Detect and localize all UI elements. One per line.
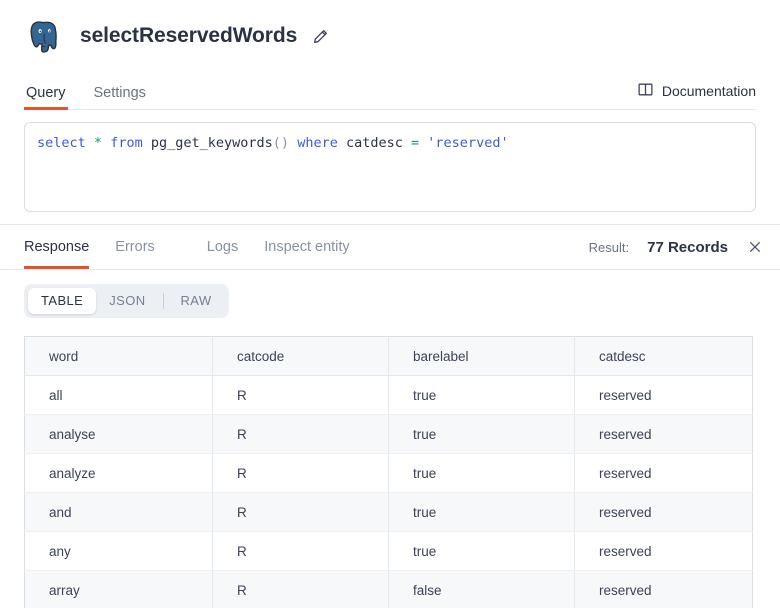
- cell-word: all: [24, 375, 213, 415]
- tab-settings-label: Settings: [93, 85, 146, 101]
- book-open-icon: [637, 81, 654, 101]
- close-icon[interactable]: [746, 238, 764, 256]
- result-summary: Result: 77 Records: [589, 238, 764, 256]
- response-tab-inspect-entity-label: Inspect entity: [264, 239, 350, 255]
- column-header-barelabel[interactable]: barelabel: [388, 336, 575, 376]
- sql-editor[interactable]: select * from pg_get_keywords() where ca…: [24, 122, 756, 212]
- table-row[interactable]: and Rtrue reserved: [24, 492, 753, 532]
- cell-catdesc: reserved: [574, 492, 753, 532]
- cell-word: analyze: [24, 453, 213, 493]
- results-table-body: all Rtrue reserved analyse Rtrue reserved anal…: [24, 375, 753, 608]
- format-option-json[interactable]: JSON: [96, 288, 158, 314]
- cell-catdesc: reserved: [574, 531, 753, 571]
- response-tab-response[interactable]: Response: [24, 225, 90, 269]
- format-option-raw[interactable]: RAW: [168, 288, 225, 314]
- column-header-word[interactable]: word: [24, 336, 213, 376]
- sql-token-0: select: [37, 135, 86, 151]
- query-editor-wrapper: select * from pg_get_keywords() where ca…: [0, 110, 780, 212]
- sql-token-12: [403, 135, 411, 151]
- table-row[interactable]: analyze Rtrue reserved: [24, 453, 753, 493]
- results-table: word catcode barelabel catdesc all Rtrue rese…: [24, 336, 753, 608]
- format-option-table[interactable]: TABLE: [28, 288, 97, 314]
- cell-catcode: R: [212, 570, 389, 608]
- cell-catdesc: reserved: [574, 453, 753, 493]
- sql-code-line: select * from pg_get_keywords() where ca…: [37, 133, 743, 153]
- response-tab-inspect-entity[interactable]: Inspect entity: [264, 225, 349, 269]
- cell-barelabel: true: [388, 375, 575, 415]
- cell-barelabel: true: [388, 414, 575, 454]
- table-row[interactable]: array Rfalse reserved: [24, 570, 753, 608]
- tab-query[interactable]: Query: [24, 85, 68, 110]
- sql-token-6: pg_get_keywords: [150, 135, 273, 151]
- documentation-label: Documentation: [661, 83, 756, 99]
- sql-token-11: catdesc: [345, 135, 403, 151]
- result-label: Result:: [588, 239, 630, 255]
- cell-catcode: R: [212, 375, 389, 415]
- primary-tabbar: Query Settings Documentation: [0, 70, 780, 110]
- sql-token-3: [102, 135, 110, 151]
- response-tab-logs[interactable]: Logs: [207, 225, 238, 269]
- cell-catdesc: reserved: [574, 414, 753, 454]
- sql-token-2: *: [93, 135, 103, 151]
- cell-catcode: R: [212, 453, 389, 493]
- response-tab-response-label: Response: [24, 239, 90, 255]
- format-toggle-wrapper: TABLE JSON RAW: [0, 270, 780, 318]
- tab-query-label: Query: [26, 85, 66, 101]
- page-title: selectReservedWords: [80, 24, 298, 47]
- results-table-head: word catcode barelabel catdesc: [24, 336, 753, 376]
- cell-barelabel: false: [388, 570, 575, 608]
- documentation-link[interactable]: Documentation: [637, 81, 756, 110]
- results-table-wrapper: word catcode barelabel catdesc all Rtrue rese…: [0, 318, 780, 608]
- column-header-catdesc[interactable]: catdesc: [574, 336, 753, 376]
- cell-word: any: [24, 531, 213, 571]
- cell-word: analyse: [24, 414, 213, 454]
- sql-token-8: [289, 135, 297, 151]
- cell-word: array: [24, 570, 213, 608]
- sql-token-5: [143, 135, 151, 151]
- sql-token-13: =: [411, 135, 420, 151]
- postgresql-elephant-logo-icon: [24, 15, 66, 57]
- cell-catcode: R: [212, 531, 389, 571]
- cell-word: and: [24, 492, 213, 532]
- sql-token-10: [338, 135, 346, 151]
- table-row[interactable]: all Rtrue reserved: [24, 375, 753, 415]
- tab-settings[interactable]: Settings: [92, 85, 148, 110]
- sql-token-15: 'reserved': [427, 135, 509, 151]
- response-tab-logs-label: Logs: [206, 239, 239, 255]
- cell-barelabel: true: [388, 492, 575, 532]
- cell-catdesc: reserved: [574, 570, 753, 608]
- cell-catcode: R: [212, 492, 389, 532]
- cell-catcode: R: [212, 414, 389, 454]
- sql-token-7: (): [272, 135, 290, 151]
- response-tab-errors[interactable]: Errors: [115, 225, 154, 269]
- column-header-catcode[interactable]: catcode: [212, 336, 389, 376]
- sql-token-9: where: [297, 135, 338, 151]
- sql-token-4: from: [110, 135, 143, 151]
- app-header: selectReservedWords: [0, 0, 780, 58]
- cell-barelabel: true: [388, 531, 575, 571]
- table-header-row: word catcode barelabel catdesc: [24, 336, 753, 376]
- cell-barelabel: true: [388, 453, 575, 493]
- response-tabbar: Response Errors Logs Inspect entity Resu…: [0, 225, 780, 269]
- result-count: 77 Records: [647, 238, 728, 256]
- table-row[interactable]: analyse Rtrue reserved: [24, 414, 753, 454]
- format-toggle: TABLE JSON RAW: [24, 284, 229, 318]
- response-tab-errors-label: Errors: [115, 239, 155, 255]
- cell-catdesc: reserved: [574, 375, 753, 415]
- sql-token-1: [86, 135, 94, 151]
- table-row[interactable]: any Rtrue reserved: [24, 531, 753, 571]
- pencil-icon[interactable]: [311, 27, 329, 45]
- format-toggle-divider: [162, 293, 164, 309]
- response-panel: Response Errors Logs Inspect entity Resu…: [0, 224, 780, 270]
